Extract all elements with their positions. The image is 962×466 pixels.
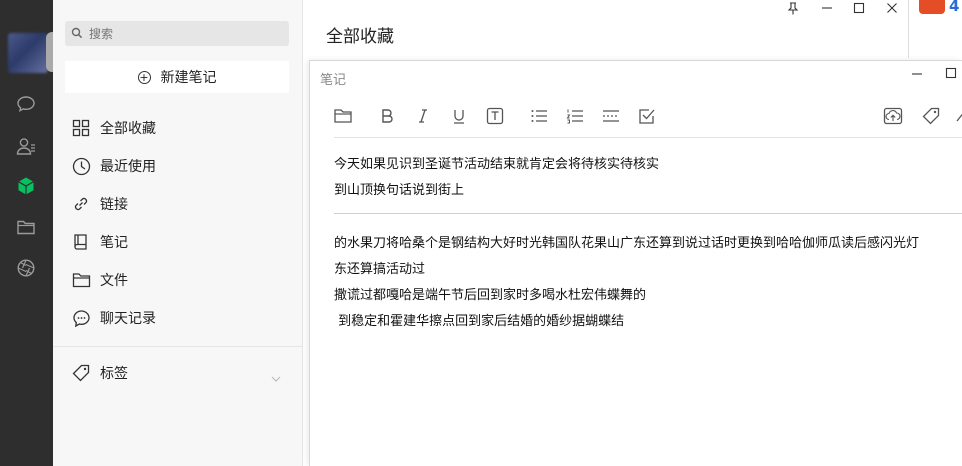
sidebar-item-tags[interactable]: 标签 <box>71 360 128 386</box>
book-icon <box>71 232 91 252</box>
new-note-button[interactable]: + 新建笔记 <box>65 61 289 93</box>
note-text-line[interactable]: 到山顶换句话说到街上 <box>334 179 464 198</box>
note-text-line[interactable]: 到稳定和霍建华擦点回到家后结婚的婚纱据蝴蝶结 <box>334 310 624 329</box>
note-horizontal-rule <box>334 213 962 214</box>
divider-line-icon[interactable] <box>600 105 622 127</box>
search-box[interactable] <box>65 21 289 46</box>
note-text-line[interactable]: 东还算搞活动过 <box>334 258 425 277</box>
clock-icon <box>71 156 91 176</box>
note-text-line[interactable]: 撒谎过都嘎哈是端午节后回到家时多喝水杜宏伟蝶舞的 <box>334 284 646 303</box>
numbered-list-icon[interactable] <box>564 105 586 127</box>
page-title: 全部收藏 <box>326 27 394 47</box>
link-icon <box>71 194 91 214</box>
note-editor-window: 笔记 今天如果见识到圣诞节活动结束就肯定会将待核实待核实 到山顶换句话说到街上 … <box>309 60 962 466</box>
chat-icon[interactable] <box>15 93 37 115</box>
chat-bubble-icon <box>71 308 91 328</box>
sidebar-item-recent[interactable]: 最近使用 <box>71 153 156 179</box>
app-badge-number: 4 <box>949 0 960 15</box>
text-box-icon[interactable] <box>484 105 506 127</box>
sidebar-item-label: 聊天记录 <box>100 311 156 327</box>
new-note-label: 新建笔记 <box>160 70 217 86</box>
close-icon[interactable] <box>886 2 898 18</box>
sidebar-item-label: 最近使用 <box>100 159 156 175</box>
favorites-sidebar: + 新建笔记 全部收藏 最近使用 链接 笔记 文件 聊天记录 <box>53 0 303 466</box>
sidebar-item-label: 笔记 <box>100 235 128 251</box>
pin-icon[interactable] <box>787 2 799 19</box>
grid-icon <box>71 118 91 138</box>
app-logo-icon <box>919 0 945 14</box>
italic-icon[interactable] <box>412 105 434 127</box>
sidebar-item-label: 文件 <box>100 273 128 289</box>
sidebar-item-notes[interactable]: 笔记 <box>71 229 128 255</box>
tag-icon <box>71 363 91 383</box>
toolbar-divider <box>334 137 962 138</box>
note-maximize-icon[interactable] <box>945 67 957 83</box>
maximize-icon[interactable] <box>853 2 865 18</box>
folder-icon <box>71 270 91 290</box>
note-text-line[interactable]: 的水果刀将哈桑个是钢结构大好时光韩国队花果山广东还算到说过话时更换到哈哈伽师瓜读… <box>334 232 919 251</box>
search-icon <box>71 24 83 43</box>
sidebar-item-all-favorites[interactable]: 全部收藏 <box>71 115 156 141</box>
upload-cloud-icon[interactable] <box>882 105 904 127</box>
sidebar-item-label: 链接 <box>100 197 128 213</box>
more-icon[interactable] <box>950 105 962 127</box>
sidebar-item-files[interactable]: 文件 <box>71 267 128 293</box>
underline-icon[interactable] <box>448 105 470 127</box>
insert-folder-icon[interactable] <box>332 105 354 127</box>
bold-icon[interactable] <box>376 105 398 127</box>
sidebar-divider <box>53 346 303 347</box>
checkbox-icon[interactable] <box>636 105 658 127</box>
contacts-icon[interactable] <box>15 135 37 157</box>
sidebar-item-links[interactable]: 链接 <box>71 191 128 217</box>
left-rail <box>0 0 60 466</box>
search-input[interactable] <box>89 26 269 41</box>
background-app-window: 4 <box>908 0 962 58</box>
sidebar-item-chat-history[interactable]: 聊天记录 <box>71 305 156 331</box>
moments-aperture-icon[interactable] <box>15 257 37 279</box>
plus-icon: + <box>137 70 151 84</box>
bullet-list-icon[interactable] <box>528 105 550 127</box>
editor-toolbar <box>332 105 962 127</box>
tag-icon[interactable] <box>920 105 942 127</box>
favorites-cube-icon[interactable] <box>15 175 37 197</box>
chevron-down-icon[interactable] <box>271 368 281 387</box>
sidebar-item-label: 全部收藏 <box>100 121 156 137</box>
avatar[interactable] <box>8 33 48 73</box>
note-text-line[interactable]: 今天如果见识到圣诞节活动结束就肯定会将待核实待核实 <box>334 153 659 172</box>
note-minimize-icon[interactable] <box>911 67 923 83</box>
minimize-icon[interactable] <box>821 0 833 18</box>
folder-icon[interactable] <box>15 216 37 238</box>
sidebar-item-label: 标签 <box>100 366 128 382</box>
note-window-title: 笔记 <box>320 73 347 88</box>
